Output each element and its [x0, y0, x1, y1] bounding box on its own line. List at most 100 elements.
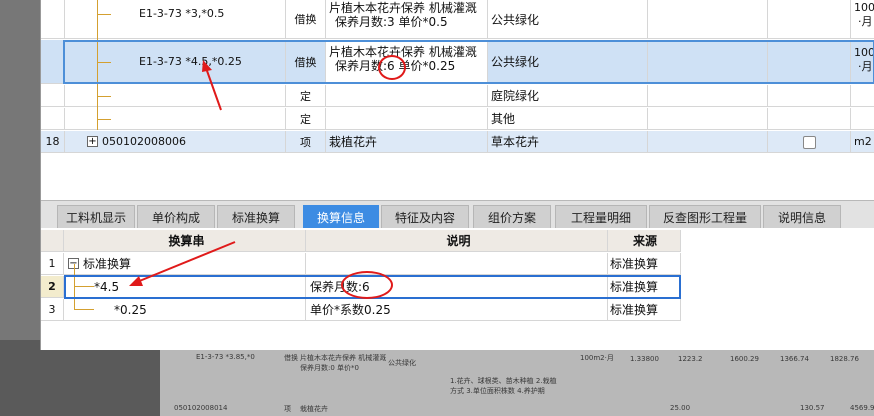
annotation-arrow	[129, 241, 236, 286]
tab-resource-display[interactable]: 工料机显示	[57, 205, 135, 229]
empty-cell	[648, 40, 768, 83]
tab-conversion-info[interactable]: 换算信息	[303, 205, 379, 229]
type-cell: 定	[286, 108, 326, 129]
conversion-string-text: 标准换算	[83, 257, 132, 271]
tree-line	[97, 0, 98, 130]
feature-cell: 公共绿化	[488, 40, 648, 83]
unit-line-2: ·月	[858, 60, 873, 73]
row-index	[41, 108, 65, 129]
tab-standard-conversion[interactable]: 标准换算	[217, 205, 295, 229]
tree-line	[74, 264, 75, 310]
table-row[interactable]: E1-3-73 *3,*0.5 借换 片植木本花卉保养 机械灌溉 保养月数:3 …	[41, 0, 874, 39]
type-cell: 项	[286, 131, 326, 152]
annotation-arrow	[202, 60, 222, 111]
table-row[interactable]: 3 *0.25 单价*系数0.25 标准换算	[41, 299, 681, 321]
table-row[interactable]: 18 + 050102008006 项 栽植花卉 草本花卉 m2	[41, 131, 874, 153]
conversion-string-cell: *0.25	[64, 299, 306, 320]
bg-num-2: 1223.2	[678, 355, 703, 363]
tree-line	[74, 286, 94, 287]
main-window: E1-3-73 *3,*0.5 借换 片植木本花卉保养 机械灌溉 保养月数:3 …	[40, 0, 874, 350]
name-cell[interactable]: 片植木本花卉保养 机械灌溉 保养月数:6 单价*0.25	[326, 40, 488, 83]
header-description[interactable]: 说明	[306, 230, 608, 251]
unit-cell	[851, 85, 874, 106]
background-document: E1-3-73 *3.85,*0 借换 片植木本花卉保养 机械灌溉 保养月数:0…	[160, 350, 874, 416]
row-index	[41, 0, 65, 38]
bg-type-1: 借换	[284, 354, 298, 362]
description-cell	[306, 253, 608, 274]
unit-cell: m2	[851, 131, 874, 152]
tree-line	[74, 309, 94, 310]
unit-cell	[851, 108, 874, 129]
bg-code-1: E1-3-73 *3.85,*0	[196, 353, 255, 361]
unit-line-1: 100m2	[854, 1, 874, 14]
feature-cell: 公共绿化	[488, 0, 648, 38]
bg-unit-1: 100m2·月	[580, 354, 614, 362]
bg-notes: 1.花卉、球根类、苗木种植 2.栽植方式 3.单位面积株数 4.养护期	[450, 377, 557, 395]
detail-tabs: 工料机显示 单价构成 标准换算 换算信息 特征及内容 组价方案 工程量明细 反查…	[41, 200, 874, 229]
row-index	[41, 85, 65, 106]
unit-cell: 100m2 ·月	[851, 40, 874, 83]
bg-num-3: 1600.29	[730, 355, 759, 363]
row-index: 3	[41, 299, 64, 320]
bg-num-8: 4569.95	[850, 404, 874, 412]
description-cell: 保养月数:6	[306, 276, 608, 297]
row-index: 2	[41, 276, 64, 297]
feature-cell: 庭院绿化	[488, 85, 648, 106]
feature-cell: 其他	[488, 108, 648, 129]
name-line-2: 保养月数:6 单价*0.25	[335, 59, 456, 73]
tab-quantity-detail[interactable]: 工程量明细	[555, 205, 647, 229]
source-cell: 标准换算	[608, 299, 681, 320]
feature-cell: 草本花卉	[488, 131, 648, 152]
bg-name-2: 栽植花卉	[300, 405, 328, 413]
bg-code-2: 050102008014	[174, 404, 228, 412]
tab-unit-price[interactable]: 单价构成	[137, 205, 215, 229]
name-cell: 栽植花卉	[326, 131, 488, 152]
bg-name-1: 片植木本花卉保养 机械灌溉 保养月数:0 单价*0	[300, 354, 387, 372]
source-cell: 标准换算	[608, 253, 681, 274]
name-cell: 片植木本花卉保养 机械灌溉 保养月数:3 单价*0.5	[326, 0, 488, 38]
description-cell: 单价*系数0.25	[306, 299, 608, 320]
expand-icon[interactable]: +	[87, 136, 98, 147]
tab-pricing-plan[interactable]: 组价方案	[473, 205, 551, 229]
source-cell: 标准换算	[608, 276, 681, 297]
bg-num-7: 130.57	[800, 404, 825, 412]
empty-cell	[768, 108, 851, 129]
name-line-1: 片植木本花卉保养 机械灌溉	[329, 45, 477, 59]
empty-cell	[648, 108, 768, 129]
table-row[interactable]: 定 其他	[41, 108, 874, 130]
row-checkbox[interactable]	[803, 136, 816, 149]
table-row-selected[interactable]: E1-3-73 *4.5,*0.25 借换 片植木本花卉保养 机械灌溉 保养月数…	[41, 40, 874, 84]
name-line-1: 片植木本花卉保养 机械灌溉	[329, 1, 477, 15]
tree-line	[97, 62, 111, 63]
tab-reverse-lookup[interactable]: 反查图形工程量	[649, 205, 761, 229]
name-cell	[326, 85, 488, 106]
tab-features[interactable]: 特征及内容	[381, 205, 469, 229]
empty-cell	[648, 131, 768, 152]
type-cell: 定	[286, 85, 326, 106]
row-index	[41, 40, 65, 83]
name-cell	[326, 108, 488, 129]
row-index: 18	[41, 131, 65, 152]
tab-description[interactable]: 说明信息	[763, 205, 841, 229]
type-cell: 借换	[286, 0, 326, 38]
unit-line-1: 100m2	[854, 46, 874, 59]
bg-num-5: 1828.76	[830, 355, 859, 363]
name-line-2: 保养月数:3 单价*0.5	[335, 15, 448, 29]
empty-cell	[648, 0, 768, 38]
bg-type-2: 项	[284, 405, 291, 413]
code-cell: + 050102008006	[65, 131, 286, 152]
tree-line	[97, 119, 111, 120]
header-index	[41, 230, 64, 251]
bg-num-6: 25.00	[670, 404, 691, 412]
code-cell: E1-3-73 *3,*0.5	[65, 0, 286, 38]
empty-cell	[768, 85, 851, 106]
empty-cell	[768, 0, 851, 38]
header-source[interactable]: 来源	[608, 230, 681, 251]
conversion-info-grid: 换算串 说明 来源 1 − 标准换算 标准换算 2 *4.5 保养月数:6 标准…	[41, 228, 874, 350]
unit-line-2: ·月	[858, 15, 873, 28]
item-tree-grid: E1-3-73 *3,*0.5 借换 片植木本花卉保养 机械灌溉 保养月数:3 …	[41, 0, 874, 200]
bg-num-1: 1.33800	[630, 355, 659, 363]
tree-line	[97, 96, 111, 97]
bg-num-4: 1366.74	[780, 355, 809, 363]
table-row[interactable]: 定 庭院绿化	[41, 85, 874, 107]
